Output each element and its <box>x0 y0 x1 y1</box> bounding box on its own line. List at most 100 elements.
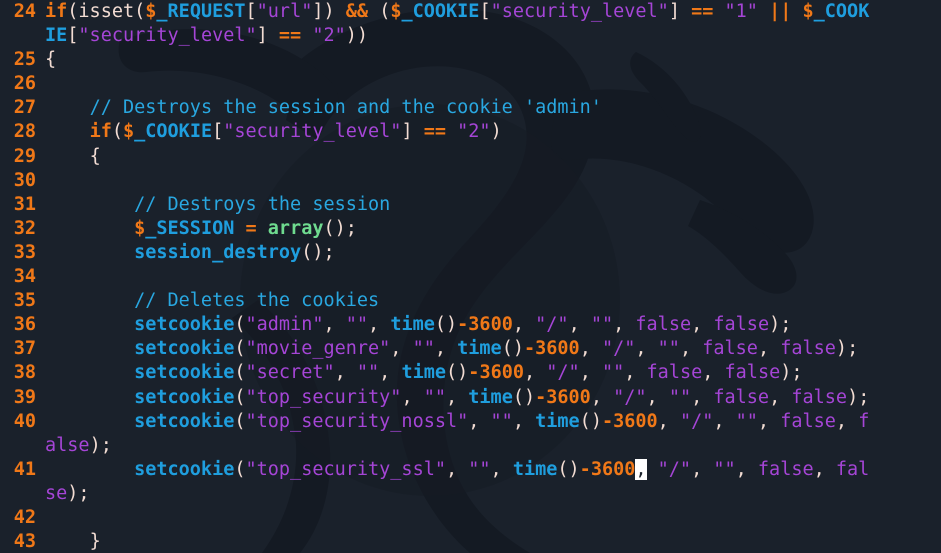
token-punc: { <box>45 49 57 71</box>
code-line[interactable]: 29 { <box>0 145 941 169</box>
token-punc: , <box>713 410 736 432</box>
code-line[interactable]: 41 setcookie("top_security_ssl", "", tim… <box>0 458 941 482</box>
token-var: _REQUEST <box>156 1 246 22</box>
code-line[interactable]: 43 } <box>0 530 941 553</box>
token-punc: ) <box>356 25 369 47</box>
code-line[interactable]: 32 $_SESSION = array(); <box>0 217 941 241</box>
token-num: 3600 <box>590 458 636 480</box>
token-str: "/" <box>601 338 636 360</box>
token-punc: , <box>434 338 458 360</box>
token-bool: alse <box>45 434 90 456</box>
token-str: "" <box>713 458 736 480</box>
code-line[interactable]: 27 // Destroys the session and the cooki… <box>0 96 941 120</box>
token-bool: false <box>791 386 848 408</box>
token-op: - <box>523 338 536 360</box>
code-line[interactable]: 35 // Deletes the cookies <box>0 289 941 313</box>
token-punc: ) <box>312 241 324 263</box>
code-line[interactable]: 38 setcookie("secret", "", time()-3600, … <box>0 361 941 385</box>
token-punc: , <box>524 362 547 384</box>
code-line[interactable]: 34 <box>0 265 941 289</box>
code-line[interactable]: 25 { <box>0 48 941 72</box>
token-str: "2" <box>312 25 346 47</box>
code-line[interactable]: 39 setcookie("top_security", "", time()-… <box>0 386 941 410</box>
token-num: 3600 <box>468 314 513 336</box>
token-bool: false <box>702 338 758 360</box>
code-line[interactable]: 24 if(isset($_REQUEST["url"]) && ($_COOKI… <box>0 0 941 24</box>
token-punc: , <box>512 314 536 336</box>
line-number: 42 <box>13 506 36 528</box>
token-punc: ) <box>590 410 602 432</box>
line-number: 28 <box>13 121 36 143</box>
token-str: "2" <box>457 121 491 143</box>
code-line-text: se); <box>36 482 941 506</box>
code-line[interactable]: 33 session_destroy(); <box>0 241 941 265</box>
code-line-wrapped[interactable]: IE["security_level"] == "2")) <box>0 24 941 48</box>
token-punc: ; <box>100 434 112 456</box>
code-line-wrapped[interactable]: se); <box>0 482 941 506</box>
token-bool: false <box>724 362 781 384</box>
token-punc: ; <box>780 314 792 336</box>
token-fn: setcookie <box>134 314 235 336</box>
token-var: _SESSION <box>145 217 235 239</box>
token-punc: ) <box>780 362 792 384</box>
token-punc: , <box>401 386 424 408</box>
token-punc: [ <box>245 1 257 22</box>
token-punc: ; <box>847 338 859 360</box>
code-line[interactable]: 37 setcookie("movie_genre", "", time()-3… <box>0 337 941 361</box>
token-kw: $ <box>134 217 146 239</box>
token-punc: ( <box>557 458 569 480</box>
token-punc: , <box>691 458 714 480</box>
token-str: "url" <box>256 1 313 22</box>
code-line[interactable]: 42 <box>0 506 941 530</box>
code-line-wrapped[interactable]: alse); <box>0 434 941 458</box>
line-number: 24 <box>13 1 36 22</box>
token-punc: ) <box>490 121 502 143</box>
token-punc <box>647 459 658 480</box>
token-punc: , <box>446 386 469 408</box>
code-line-text: setcookie("secret", "", time()-3600, "/"… <box>36 361 941 385</box>
code-editor-pane[interactable]: 24 if(isset($_REQUEST["url"]) && ($_COOKI… <box>0 0 941 553</box>
token-punc: , <box>568 314 591 336</box>
token-punc: ) <box>835 338 848 360</box>
code-line[interactable]: 40 setcookie("top_security_nossl", "", t… <box>0 410 941 434</box>
code-line-text: { <box>36 48 941 72</box>
code-lines-container[interactable]: 24 if(isset($_REQUEST["url"]) && ($_COOKI… <box>0 0 941 553</box>
code-line[interactable]: 30 <box>0 169 941 193</box>
code-line-text: setcookie("movie_genre", "", time()-3600… <box>36 337 941 361</box>
token-op: - <box>468 362 480 384</box>
token-punc: ( <box>67 1 79 22</box>
code-line[interactable]: 26 <box>0 72 941 96</box>
token-fn: setcookie <box>134 386 235 408</box>
token-str: "/" <box>546 362 580 384</box>
token-punc: ] <box>312 1 324 22</box>
code-line-text: alse); <box>36 434 941 458</box>
token-punc: , <box>769 386 792 408</box>
line-number: 25 <box>13 49 36 71</box>
token-punc: ) <box>769 314 781 336</box>
code-line[interactable]: 36 setcookie("admin", "", time()-3600, "… <box>0 313 941 337</box>
token-str: "/" <box>657 458 692 480</box>
text-cursor[interactable]: , <box>635 458 647 480</box>
token-punc: ) <box>523 386 536 408</box>
code-line[interactable]: 31 // Destroys the session <box>0 193 941 217</box>
token-str: "" <box>356 362 380 384</box>
code-line-text: IE["security_level"] == "2")) <box>36 24 941 48</box>
token-str: "security_level" <box>223 121 402 143</box>
code-line[interactable]: 28 if($_COOKIE["security_level"] == "2") <box>0 120 941 144</box>
token-punc: ) <box>446 314 458 336</box>
token-fn: time <box>468 386 513 408</box>
token-str: "top_security_ssl" <box>245 458 446 480</box>
token-cmt: // Deletes the cookies <box>134 290 380 312</box>
line-number: 26 <box>13 73 36 95</box>
token-fn2: array <box>267 217 324 239</box>
token-punc: ) <box>334 217 346 239</box>
token-op: - <box>601 410 614 432</box>
token-bool: false <box>713 314 770 336</box>
token-punc: , <box>757 410 781 432</box>
